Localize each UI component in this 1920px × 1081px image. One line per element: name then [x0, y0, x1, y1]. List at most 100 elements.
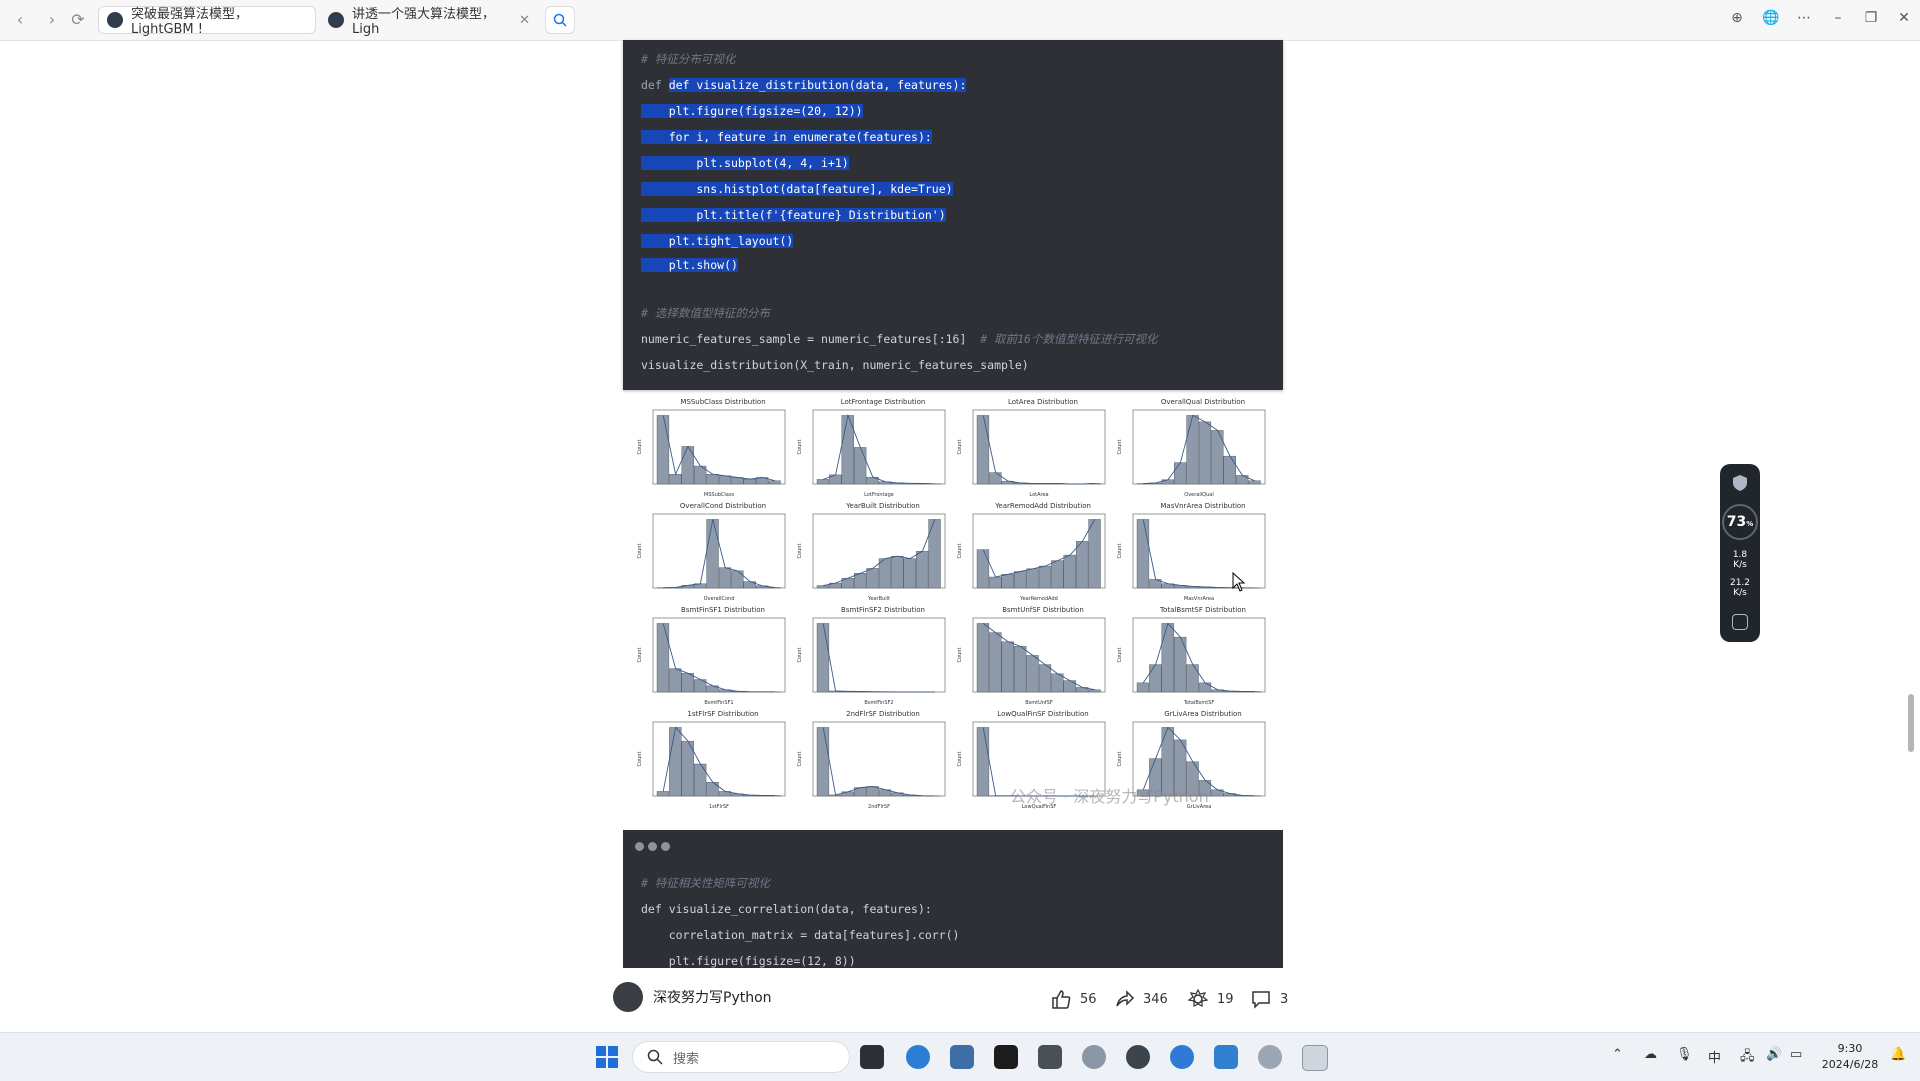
histogram-grid: MSSubClass DistributionCountMSSubClass Lo… — [623, 398, 1283, 818]
camera-icon[interactable] — [1732, 614, 1748, 630]
folder-icon[interactable] — [1038, 1045, 1062, 1069]
histogram-bar — [1137, 519, 1149, 588]
share-button[interactable]: 346 — [1113, 988, 1168, 1010]
microphone-icon[interactable]: 🎙 — [1676, 1047, 1693, 1062]
globe-icon[interactable]: 🌐 — [1761, 10, 1781, 26]
clock[interactable]: 9:30 2024/6/28 — [1820, 1041, 1880, 1073]
histogram-bar — [977, 727, 989, 796]
app-icon[interactable] — [1126, 1045, 1150, 1069]
remote-desktop-icon[interactable] — [1302, 1045, 1328, 1071]
comment-button[interactable]: 3 — [1250, 988, 1288, 1010]
start-icon[interactable] — [595, 1045, 619, 1069]
favorite-button[interactable]: 19 — [1187, 988, 1234, 1010]
forward-icon[interactable]: › — [42, 10, 62, 30]
histogram-bar — [694, 764, 706, 796]
more-icon[interactable]: ⋯ — [1794, 10, 1814, 26]
volume-icon[interactable]: 🔊 — [1766, 1047, 1782, 1062]
app-icon[interactable] — [1082, 1045, 1106, 1069]
taskbar-search[interactable]: 搜索 — [632, 1041, 850, 1073]
chart-title: MSSubClass Distribution — [653, 398, 793, 406]
y-axis-label: Count — [1117, 648, 1123, 663]
histogram-bar — [977, 623, 989, 692]
y-axis-label: Count — [1117, 544, 1123, 559]
y-axis-label: Count — [637, 440, 643, 455]
author-info[interactable]: 深夜努力写Python — [613, 982, 772, 1012]
search-placeholder: 搜索 — [673, 1048, 699, 1067]
back-icon[interactable]: ‹ — [10, 10, 30, 30]
vscode-icon[interactable] — [1214, 1045, 1238, 1069]
window-dots — [635, 842, 670, 851]
histogram-panel: 1stFlrSF DistributionCount1stFlrSF — [633, 710, 793, 814]
ime-indicator[interactable]: 中 — [1708, 1047, 1721, 1066]
histogram-bar — [1002, 574, 1014, 588]
histogram-bar — [1199, 422, 1211, 484]
network-speed-widget[interactable]: 73% 1.8 K/s 21.2 K/s — [1720, 464, 1760, 642]
histogram-panel: OverallCond DistributionCountOverallCond — [633, 502, 793, 606]
cloud-icon[interactable]: ☁ — [1644, 1047, 1657, 1062]
download-icon[interactable]: ⊕ — [1727, 10, 1747, 26]
histogram-bar — [817, 623, 829, 692]
close-icon[interactable]: ✕ — [519, 13, 530, 28]
code-line-text: plt.tight_layout() — [641, 234, 793, 248]
chart-title: LotFrontage Distribution — [813, 398, 953, 406]
code-line: plt.figure(figsize=(20, 12)) — [641, 100, 863, 122]
histogram-svg: Count1stFlrSF — [633, 718, 793, 812]
close-window-icon[interactable]: ✕ — [1894, 10, 1914, 26]
histogram-svg: CountBsmtFinSF2 — [793, 614, 953, 708]
histogram-svg: CountLotArea — [953, 406, 1113, 500]
avatar[interactable] — [613, 982, 643, 1012]
histogram-bar — [977, 415, 989, 484]
upload-value: 1.8 — [1720, 550, 1760, 560]
chart-title: GrLivArea Distribution — [1133, 710, 1273, 718]
task-view-icon[interactable] — [860, 1045, 884, 1069]
histogram-svg: CountMSSubClass — [633, 406, 793, 500]
clock-time: 9:30 — [1820, 1041, 1880, 1057]
author-name[interactable]: 深夜努力写Python — [653, 987, 772, 1007]
histogram-bar — [1014, 646, 1026, 692]
histogram-bar — [817, 586, 829, 588]
y-axis-label: Count — [637, 752, 643, 767]
histogram-svg: CountYearRemodAdd — [953, 510, 1113, 604]
code-line: plt.tight_layout() — [641, 230, 793, 252]
chart-title: BsmtFinSF2 Distribution — [813, 606, 953, 614]
notification-icon[interactable]: 🔔 — [1890, 1047, 1906, 1062]
histogram-panel: YearBuilt DistributionCountYearBuilt — [793, 502, 953, 606]
histogram-bar — [1199, 683, 1211, 692]
minimize-icon[interactable]: – — [1828, 10, 1848, 26]
chart-title: 1stFlrSF Distribution — [653, 710, 793, 718]
histogram-bar — [1137, 683, 1149, 692]
histogram-svg: CountBsmtFinSF1 — [633, 614, 793, 708]
refresh-icon[interactable]: ⟳ — [68, 10, 88, 30]
battery-icon[interactable]: ▭ — [1790, 1047, 1802, 1062]
histogram-bar — [989, 633, 1001, 692]
chrome-icon[interactable] — [1170, 1045, 1194, 1069]
code-comment: # 特征相关性矩阵可视化 — [641, 872, 770, 894]
wechat-icon[interactable] — [1258, 1045, 1282, 1069]
y-axis-label: Count — [797, 440, 803, 455]
like-button[interactable]: 56 — [1050, 988, 1097, 1010]
restore-icon[interactable]: ❐ — [1861, 10, 1881, 26]
y-axis-label: Count — [1117, 440, 1123, 455]
terminal-icon[interactable] — [994, 1045, 1018, 1069]
code-comment: # 选择数值型特征的分布 — [641, 302, 770, 324]
edge-browser-icon[interactable] — [906, 1045, 930, 1069]
site-favicon-icon — [328, 12, 344, 28]
histogram-svg: CountYearBuilt — [793, 510, 953, 604]
code-line: plt.figure(figsize=(12, 8)) — [641, 950, 856, 972]
file-explorer-icon[interactable] — [950, 1045, 974, 1069]
dot-icon — [635, 842, 644, 851]
tab-search-button[interactable] — [545, 6, 575, 34]
histogram-bar — [842, 792, 854, 796]
upload-unit: K/s — [1720, 560, 1760, 570]
histogram-bar — [682, 741, 694, 796]
comment-icon — [1250, 988, 1272, 1010]
histogram-bar — [707, 782, 719, 796]
network-icon[interactable]: 🖧 — [1740, 1047, 1755, 1069]
y-axis-label: Count — [637, 648, 643, 663]
tab-1[interactable]: 突破最强算法模型，LightGBM ! — [98, 6, 316, 34]
histogram-bar — [731, 571, 743, 588]
scrollbar-thumb[interactable] — [1908, 694, 1914, 752]
download-value: 21.2 — [1720, 578, 1760, 588]
chevron-up-icon[interactable]: ⌃ — [1612, 1047, 1623, 1062]
tab-2[interactable]: 讲透一个强大算法模型，Ligh ✕ — [320, 6, 538, 34]
